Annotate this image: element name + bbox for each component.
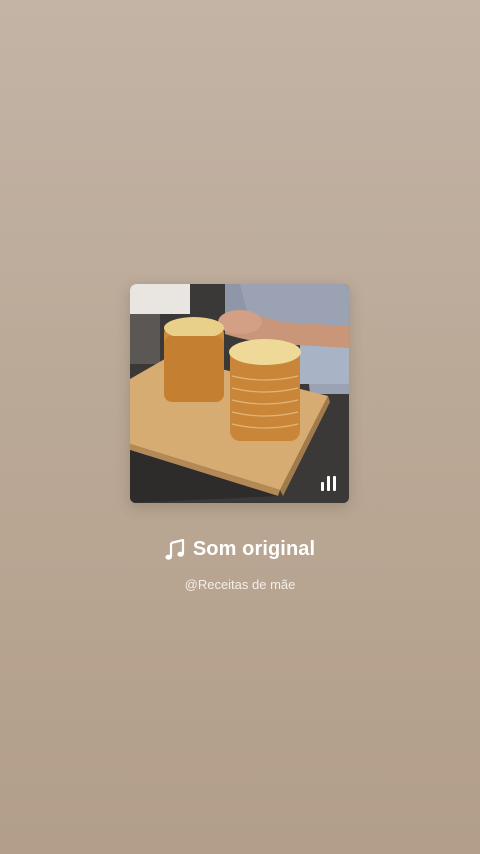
audio-author-link[interactable]: @Receitas de mãe — [0, 577, 480, 592]
music-note-icon — [165, 538, 184, 560]
audio-title-row[interactable]: Som original — [0, 538, 480, 561]
audio-cover-thumbnail[interactable] — [130, 284, 349, 503]
audio-title: Som original — [192, 538, 316, 560]
equalizer-icon — [321, 476, 336, 491]
cover-image — [130, 284, 349, 503]
